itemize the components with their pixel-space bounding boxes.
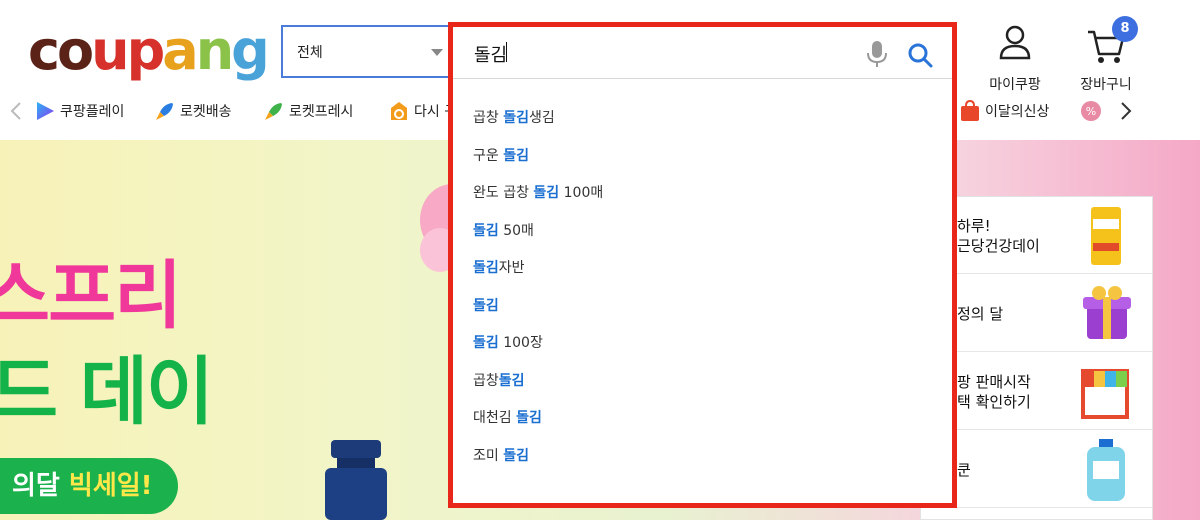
search-autocomplete-box: 돌김 곱창 돌김생김 구운 돌김 완도 곱창 돌김 100매 돌김 50매 돌김자반 돌김… (448, 22, 957, 508)
nav-item-label: 쿠팡플레이 (60, 104, 125, 120)
suggestion-text: 100장 (498, 335, 543, 351)
suggestion-keyword: 돌김 (516, 410, 542, 426)
user-icon (999, 25, 1031, 60)
suggestion-text: 완도 곱창 (473, 185, 534, 201)
suggestion-keyword: 돌김 (503, 147, 529, 164)
suggestion-text: 생김 (528, 110, 555, 126)
nav-item-label: 로켓프레시 (289, 104, 354, 120)
rocket-fresh-icon (265, 103, 282, 120)
gift-box-image (1083, 286, 1131, 339)
suggestion-item[interactable]: 조미 돌김 (473, 445, 529, 471)
suggestion-item[interactable]: 돌김 50매 (473, 220, 534, 246)
category-select[interactable]: 전체 (281, 25, 453, 78)
pill-text: 의달 (12, 471, 69, 501)
suggestion-item[interactable]: 구운 돌김 (473, 145, 529, 171)
microphone-icon[interactable] (866, 40, 888, 68)
suggestion-text: 대천김 (473, 410, 517, 426)
banner-headline-1: 스프리 (0, 253, 182, 339)
suggestion-text: 곱창 (473, 110, 504, 126)
banner-headline-2: 드 데이 (0, 349, 214, 435)
my-coupang-button[interactable]: 마이쿠팡 (985, 22, 1045, 93)
logo-letter: g (231, 19, 270, 82)
chevron-right-icon[interactable] (1116, 100, 1136, 122)
side-item-line2: 근당건강데이 (957, 237, 1040, 255)
suggestion-keyword: 돌김 (473, 260, 499, 276)
logo-letter: u (91, 19, 129, 82)
nav-item-label: 이달의신상 (985, 104, 1050, 120)
logo-letter: a (162, 19, 198, 82)
category-select-label: 전체 (297, 45, 323, 61)
suggestion-keyword: 돌김 (473, 335, 499, 351)
suggestion-text: 50매 (498, 222, 534, 239)
logo-letter: o (57, 19, 94, 82)
suggestion-keyword: 돌김 (498, 372, 525, 389)
logo-letter: p (126, 19, 166, 82)
suggestion-keyword: 돌김 (503, 110, 529, 126)
side-item-line2: 택 확인하기 (957, 393, 1031, 411)
suggestion-text: 자반 (498, 260, 525, 276)
text-cursor (506, 42, 507, 62)
nav-item-label: 로켓배송 (180, 104, 232, 120)
suggestion-item[interactable]: 돌김 (473, 295, 499, 321)
nav-item-coupang-play[interactable]: 쿠팡플레이 (34, 98, 124, 124)
suggestion-item[interactable]: 곱창 돌김생김 (473, 107, 555, 133)
new-icon (961, 100, 979, 121)
suggestion-text: 곱창 (473, 372, 499, 389)
pill-highlight: 빅세일! (68, 471, 153, 501)
suggestion-item[interactable]: 돌김 100장 (473, 332, 543, 358)
logo-letter: c (28, 19, 60, 82)
discount-icon[interactable]: % (1080, 100, 1102, 122)
suggestion-text: 조미 (473, 447, 504, 464)
cart-count-badge: 8 (1112, 16, 1138, 42)
nav-item-rocket-delivery[interactable]: 로켓배송 (154, 98, 232, 124)
suggestion-keyword: 돌김 (473, 297, 499, 314)
nav-item-reorder[interactable]: 다시 구 (388, 98, 457, 124)
suggestion-item[interactable]: 대천김 돌김 (473, 407, 542, 433)
storefront-image (1081, 369, 1129, 419)
side-item-line1: 하루! (957, 217, 991, 235)
nav-item-new-arrivals[interactable]: 이달의신상 (959, 98, 1049, 124)
reorder-icon (391, 102, 407, 120)
product-bottle-image (325, 440, 387, 520)
suggestion-item[interactable]: 돌김자반 (473, 257, 525, 283)
suggestion-text: 100매 (559, 185, 604, 201)
side-item-line1: 쿤 (957, 461, 971, 479)
search-icon[interactable] (906, 41, 934, 69)
side-item-line1: 팡 판매시작 (957, 373, 1031, 391)
banner-sale-pill[interactable]: 의달 빅세일! (0, 458, 178, 514)
svg-text:%: % (1086, 105, 1096, 118)
play-icon (37, 102, 54, 120)
coupang-logo[interactable]: coupang (28, 16, 270, 86)
search-input[interactable]: 돌김 (453, 27, 952, 79)
my-coupang-label: 마이쿠팡 (989, 77, 1041, 93)
suggestion-keyword: 돌김 (503, 447, 529, 464)
chevron-left-icon[interactable] (6, 100, 26, 122)
suggestion-text: 구운 (473, 147, 504, 164)
supplement-box-image (1091, 207, 1121, 265)
suggestion-keyword: 돌김 (473, 222, 499, 239)
search-input-value: 돌김 (474, 45, 508, 66)
nav-item-rocket-fresh[interactable]: 로켓프레시 (263, 98, 353, 124)
coupang-page: 스프리 드 데이 의달 빅세일! 하루! 근당건강데이 정의 달 팡 판매시작 … (0, 0, 1200, 520)
suggestion-keyword: 돌김 (533, 185, 560, 201)
cart-label: 장바구니 (1080, 77, 1132, 93)
suggestion-item[interactable]: 곱창돌김 (473, 370, 525, 396)
cart-button[interactable]: 8 장바구니 (1074, 16, 1138, 93)
side-item-line1: 정의 달 (957, 305, 1004, 323)
logo-letter: n (195, 19, 234, 82)
rocket-icon (156, 103, 173, 120)
detergent-bottle-image (1087, 439, 1125, 501)
chevron-down-icon (431, 49, 443, 56)
suggestion-item[interactable]: 완도 곱창 돌김 100매 (473, 182, 603, 208)
